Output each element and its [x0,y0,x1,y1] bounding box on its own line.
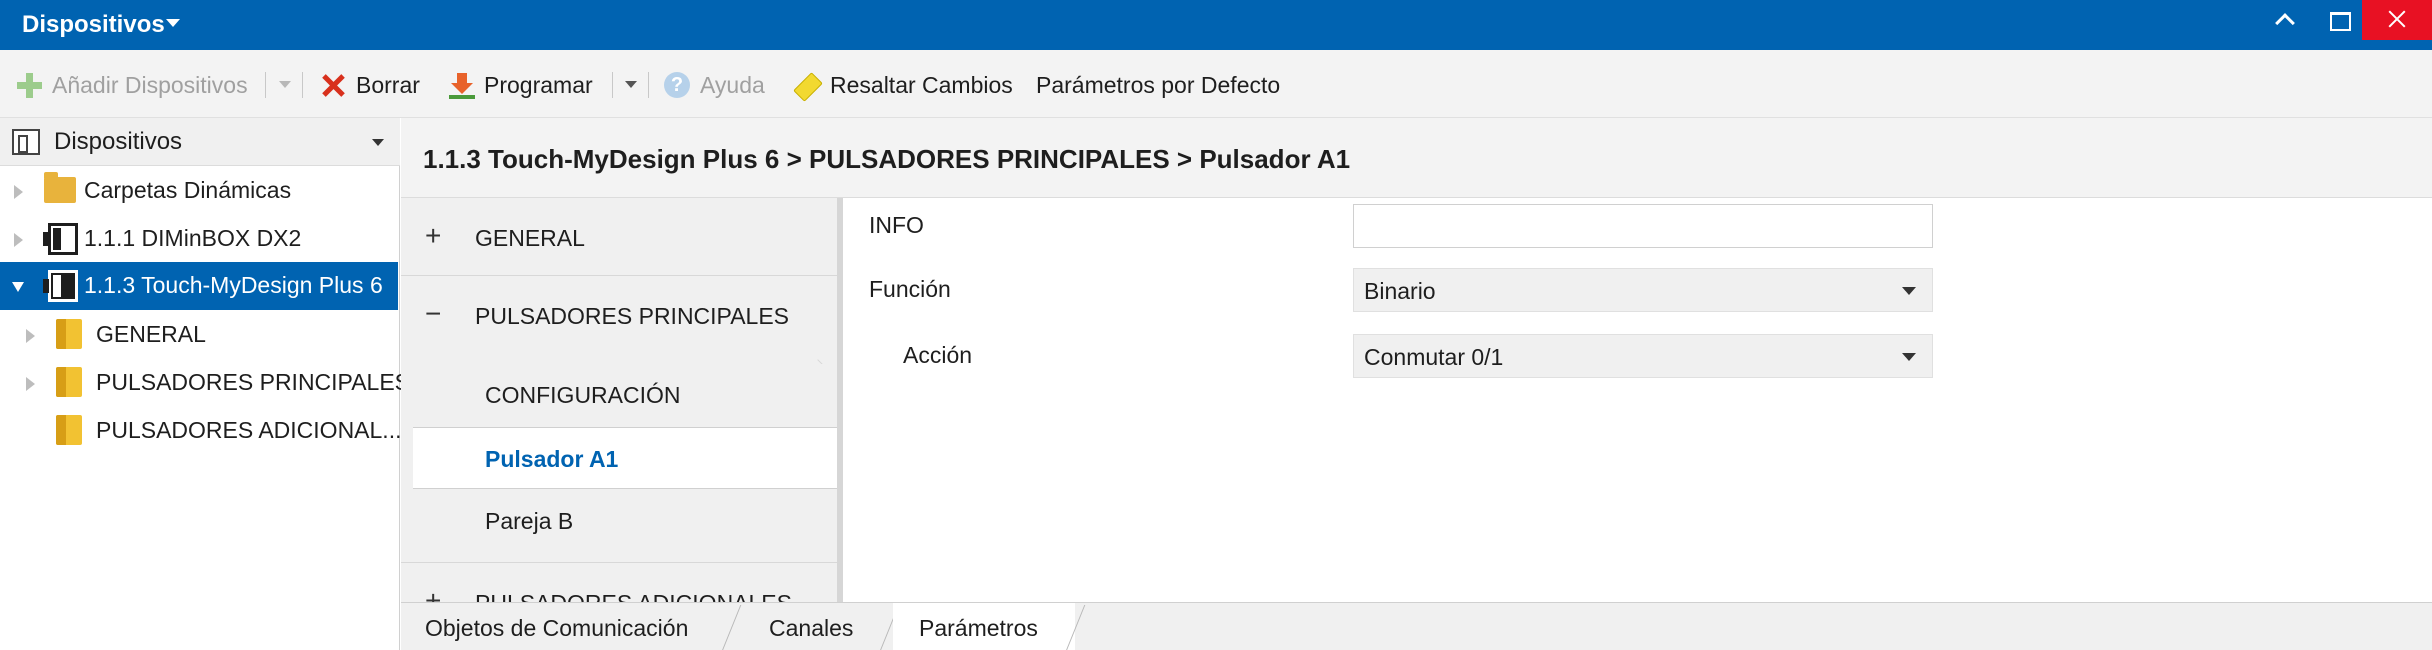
nav-section-label: PULSADORES ADICIONALES [475,590,792,602]
expand-arrow-icon[interactable] [14,185,23,199]
parameter-sections-nav: + GENERAL − PULSADORES PRINCIPALES CONFI… [401,198,843,602]
chevron-down-icon[interactable] [625,81,637,88]
funcion-label: Función [869,276,951,302]
help-button[interactable]: ? Ayuda [664,70,765,100]
window-title[interactable]: Dispositivos [22,11,165,39]
info-label: INFO [869,212,924,238]
tree-item-dynamic-folders[interactable]: Carpetas Dinámicas [0,167,398,215]
program-label: Programar [484,71,593,98]
tree-item-pulsadores-principales[interactable]: PULSADORES PRINCIPALES [0,359,410,407]
default-parameters-button[interactable]: Parámetros por Defecto [1036,70,1280,100]
highlighter-icon [794,72,820,98]
tree-item-label: PULSADORES ADICIONAL... [96,417,402,443]
chevron-down-icon[interactable] [279,81,291,88]
help-icon: ? [664,72,690,98]
accion-value: Conmutar 0/1 [1364,344,1504,370]
panel-icon [12,129,40,155]
parameters-panel: INFO Función Binario Acción Conmutar 0/1 [849,198,2432,602]
tree-item-label: PULSADORES PRINCIPALES [96,369,411,395]
tab-label: Objetos de Comunicación [425,615,689,641]
separator [302,72,303,98]
tree-item-label: 1.1.1 DIMinBOX DX2 [84,225,302,251]
tree-item-general[interactable]: GENERAL [0,311,398,359]
folder-icon [56,415,82,445]
tree-item-diminbox[interactable]: 1.1.1 DIMinBOX DX2 [0,215,398,263]
separator [265,72,266,98]
chevron-down-icon[interactable] [166,19,180,27]
nav-section-general[interactable]: + GENERAL [401,198,837,276]
toolbar: Añadir Dispositivos Borrar Programar ? A… [0,50,2432,118]
nav-item-label: Pareja B [485,508,574,534]
funcion-value: Binario [1364,278,1436,304]
devices-panel-header[interactable]: Dispositivos [0,118,400,166]
nav-item-label: CONFIGURACIÓN [485,382,681,408]
tree-item-touch-mydesign[interactable]: 1.1.3 Touch-MyDesign Plus 6 [0,262,398,310]
delete-label: Borrar [356,71,420,98]
tab-label: Parámetros [919,615,1038,641]
highlight-changes-label: Resaltar Cambios [830,71,1013,98]
expand-plus-icon[interactable]: + [425,220,441,252]
folder-icon [56,367,82,397]
tree-item-label: GENERAL [96,321,206,347]
separator [612,72,613,98]
nav-section-pulsadores-principales[interactable]: − PULSADORES PRINCIPALES [401,276,837,354]
delete-x-icon [320,72,346,98]
expand-arrow-icon[interactable] [14,233,23,247]
device-icon [43,223,78,255]
tree-item-pulsadores-adicionales[interactable]: PULSADORES ADICIONAL... [0,407,402,455]
breadcrumb-text: 1.1.3 Touch-MyDesign Plus 6 > PULSADORES… [423,144,1351,174]
collapse-minus-icon[interactable]: − [425,298,441,330]
nav-item-pareja-b[interactable]: Pareja B [401,490,837,552]
separator [648,72,649,98]
default-parameters-label: Parámetros por Defecto [1036,71,1281,98]
chevron-down-icon[interactable] [372,139,384,146]
highlight-changes-button[interactable]: Resaltar Cambios [794,70,1013,100]
device-icon [43,270,78,302]
nav-section-label: GENERAL [475,225,585,251]
title-bar: Dispositivos [0,0,2432,50]
tree-item-label: 1.1.3 Touch-MyDesign Plus 6 [84,272,383,298]
delete-button[interactable]: Borrar [320,70,420,100]
chevron-down-icon [1902,353,1916,361]
chevron-down-icon [1902,287,1916,295]
add-devices-label: Añadir Dispositivos [52,71,248,98]
info-field[interactable] [1353,204,1933,248]
expand-plus-icon[interactable]: + [425,585,441,602]
tab-label: Canales [769,615,854,641]
nav-item-configuracion[interactable]: CONFIGURACIÓN [401,364,837,426]
tab-parametros[interactable]: Parámetros [893,603,1075,650]
accion-label: Acción [903,342,973,368]
download-arrow-icon [448,72,475,99]
devices-panel-title: Dispositivos [54,128,183,155]
help-label: Ayuda [700,71,765,98]
folder-icon [56,319,82,349]
program-button[interactable]: Programar [448,70,593,100]
add-devices-button[interactable]: Añadir Dispositivos [16,70,248,100]
breadcrumb: 1.1.3 Touch-MyDesign Plus 6 > PULSADORES… [401,118,2432,198]
tab-canales[interactable]: Canales [739,603,889,650]
accion-select[interactable]: Conmutar 0/1 [1353,334,1933,378]
nav-item-label: Pulsador A1 [485,446,619,472]
close-icon[interactable] [2362,0,2432,40]
tab-objetos-comunicacion[interactable]: Objetos de Comunicación [401,603,731,650]
nav-item-pulsador-a1[interactable]: Pulsador A1 [413,427,837,489]
devices-panel: Dispositivos Carpetas Dinámicas 1.1.1 DI… [0,118,410,650]
collapse-arrow-icon[interactable] [12,282,24,292]
bottom-tabs: Objetos de Comunicación Canales Parámetr… [401,602,2432,650]
tree-item-label: Carpetas Dinámicas [84,177,292,203]
nav-section-label: PULSADORES PRINCIPALES [475,303,790,329]
expand-arrow-icon[interactable] [26,377,35,391]
plus-icon [16,72,42,98]
funcion-select[interactable]: Binario [1353,268,1933,312]
nav-section-pulsadores-adicionales[interactable]: + PULSADORES ADICIONALES [401,562,837,602]
folder-icon [44,172,76,203]
expand-arrow-icon[interactable] [26,329,35,343]
